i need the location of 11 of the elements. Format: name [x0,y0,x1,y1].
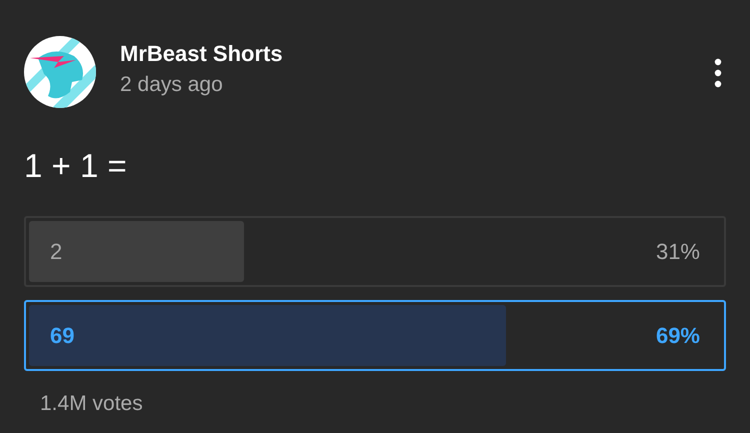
poll-option[interactable]: 2 31% [24,216,726,287]
option-percent: 31% [656,238,700,266]
option-label: 69 [50,322,74,350]
post-time: 2 days ago [120,72,224,98]
channel-name[interactable]: MrBeast Shorts [120,40,283,68]
poll-question: 1 + 1 = [24,146,128,186]
more-options-icon[interactable] [714,58,722,88]
option-percent: 69% [656,322,700,350]
poll-option[interactable]: 69 69% [24,300,726,371]
vote-count: 1.4M votes [40,391,144,417]
option-label: 2 [50,238,62,266]
